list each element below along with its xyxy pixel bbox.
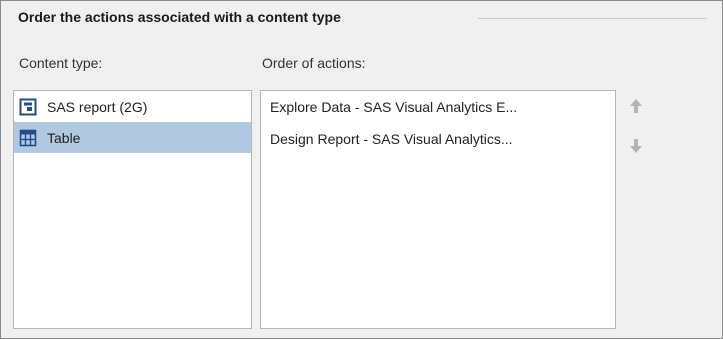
order-of-actions-label: Order of actions: <box>262 55 366 71</box>
dialog-panel: Order the actions associated with a cont… <box>0 0 723 339</box>
section-divider <box>478 18 707 19</box>
content-type-label: Content type: <box>19 55 103 71</box>
report-icon <box>19 98 37 116</box>
arrow-down-icon <box>629 138 643 157</box>
action-item-label: Explore Data - SAS Visual Analytics E... <box>270 99 518 115</box>
action-item-label: Design Report - SAS Visual Analytics... <box>270 131 513 147</box>
content-type-list[interactable]: SAS report (2G) Table <box>13 90 252 329</box>
table-icon <box>19 129 37 147</box>
move-up-button[interactable] <box>625 96 647 118</box>
arrow-up-icon <box>629 98 643 117</box>
content-type-item-table[interactable]: Table <box>14 122 251 153</box>
order-of-actions-list[interactable]: Explore Data - SAS Visual Analytics E...… <box>260 90 616 329</box>
content-type-item-label: Table <box>47 129 81 146</box>
action-item-explore-data[interactable]: Explore Data - SAS Visual Analytics E... <box>261 91 615 123</box>
content-type-item-sas-report[interactable]: SAS report (2G) <box>14 91 251 122</box>
section-title: Order the actions associated with a cont… <box>18 9 341 25</box>
content-type-item-label: SAS report (2G) <box>47 98 148 115</box>
action-item-design-report[interactable]: Design Report - SAS Visual Analytics... <box>261 123 615 155</box>
move-down-button[interactable] <box>625 136 647 158</box>
